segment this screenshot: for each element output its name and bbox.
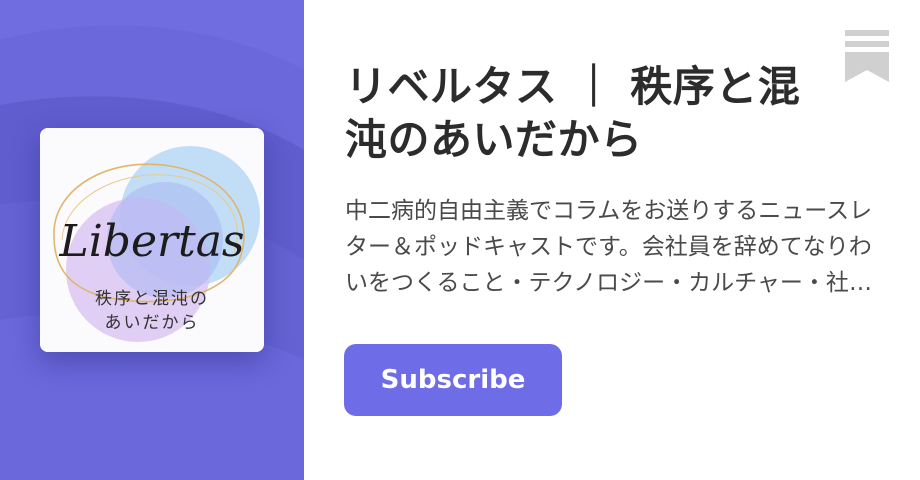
- publication-logo: Libertas 秩序と混沌の あいだから: [40, 128, 264, 352]
- cover-panel: Libertas 秩序と混沌の あいだから: [0, 0, 304, 480]
- cover-subtitle-line2: あいだから: [105, 313, 200, 333]
- cover-subtitle-line1: 秩序と混沌の: [95, 289, 209, 309]
- publication-description: 中二病的自由主義でコラムをお送りするニュースレター＆ポッドキャストです。会社員を…: [345, 198, 873, 296]
- subscribe-button[interactable]: Subscribe: [344, 344, 562, 416]
- publication-title: リベルタス ｜ 秩序と混沌のあいだから: [345, 62, 801, 164]
- bookmark-icon[interactable]: [845, 30, 889, 82]
- cover-wordmark: Libertas: [58, 216, 244, 267]
